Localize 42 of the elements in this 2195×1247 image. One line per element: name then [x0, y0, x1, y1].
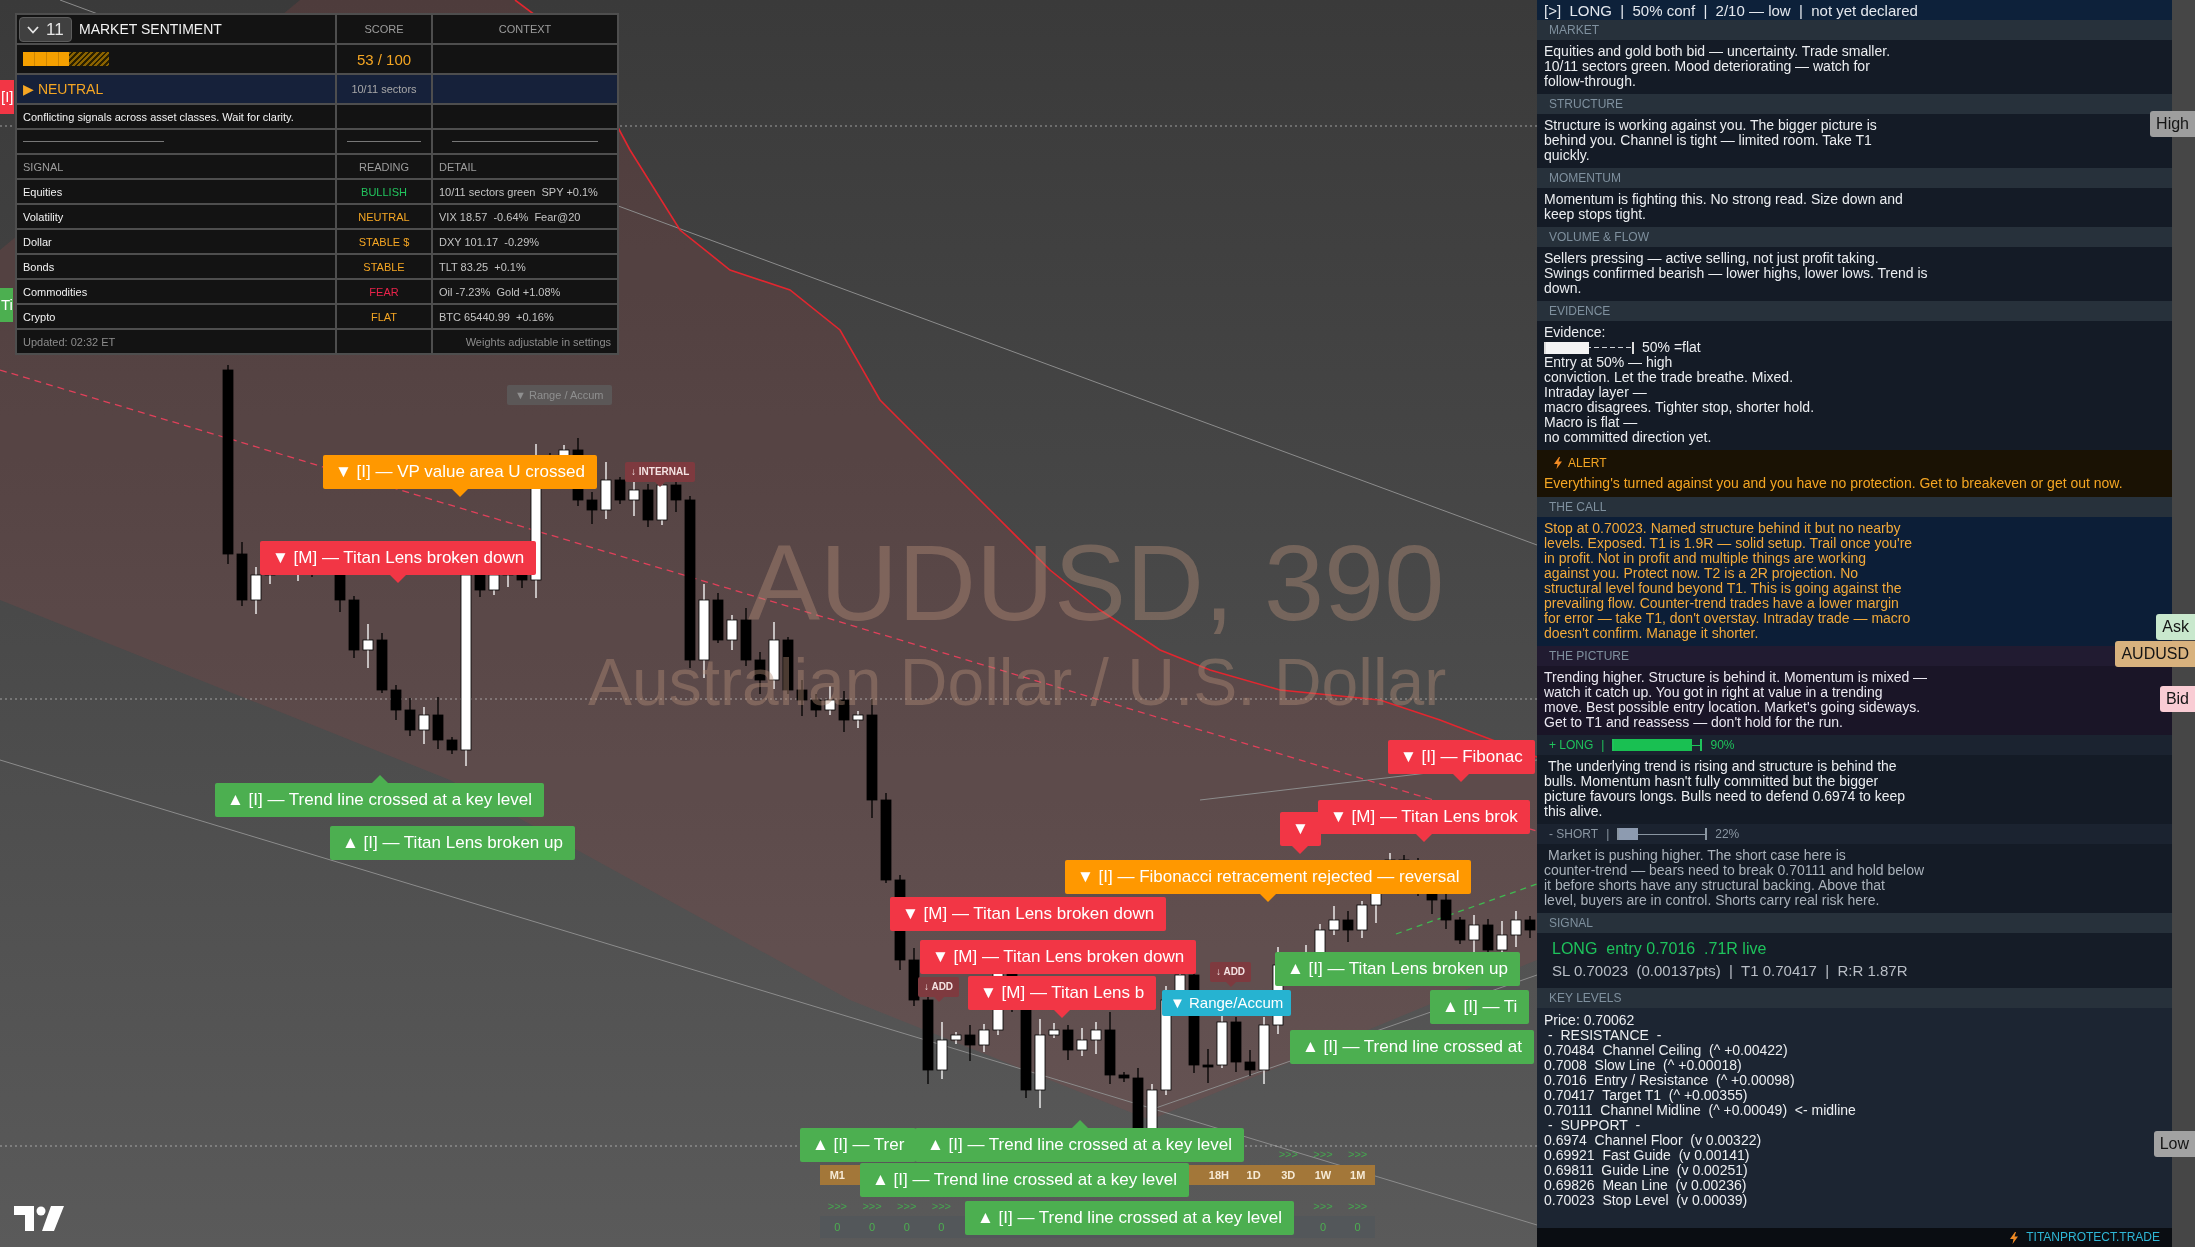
section-text: Entry at 50% — high conviction. Let the trade breathe. Mixed. Intraday layer — macro disagrees. Tighter stop, shorter hold. Macro is flat — no committed direction yet. — [1544, 355, 1816, 445]
price-tag: Bid — [2159, 686, 2195, 712]
signal-entry: LONG entry 0.7016 .71R live — [1552, 939, 1768, 959]
price-tag: Low — [2153, 1131, 2195, 1157]
level-line: 0.69826 Mean Line (v 0.00236) — [1544, 1178, 1748, 1193]
meter-reading: 22% — [1715, 826, 1740, 842]
level-line: 0.6974 Channel Floor (v 0.00322) — [1544, 1133, 1763, 1148]
level-heading: - SUPPORT - — [1547, 1118, 1642, 1133]
section-heading: ALERT — [1568, 455, 1607, 471]
case-label: + LONG — [1549, 737, 1594, 753]
bolt-icon — [2010, 1231, 2019, 1244]
signal-risk: SL 0.70023 (0.00137pts) | T1 0.70417 | R:R 1.87R — [1552, 961, 1909, 981]
pipe-separator: | — [1601, 737, 1605, 753]
section-heading: STRUCTURE — [1537, 94, 2172, 114]
meter-reading: 50% =flat — [1642, 340, 1701, 355]
section-heading: KEY LEVELS — [1537, 988, 2172, 1008]
section-heading: MOMENTUM — [1537, 168, 2172, 188]
level-line: 0.70484 Channel Ceiling (^ +0.00422) — [1544, 1043, 1789, 1058]
alert-text: Everything's turned against you and you have no protection. Get to breakeven or get out now. — [1544, 474, 2124, 491]
level-line: 0.70023 Stop Level (v 0.00039) — [1544, 1193, 1749, 1208]
section-heading: MARKET — [1537, 20, 2172, 40]
section-heading: SIGNAL — [1537, 913, 2172, 933]
level-line: 0.70111 Channel Midline (^ +0.00049) <- midline — [1544, 1103, 1857, 1118]
pipe-separator: | — [1606, 826, 1610, 842]
case-label: - SHORT — [1549, 826, 1599, 842]
level-line: 0.70417 Target T1 (^ +0.00355) — [1544, 1088, 1748, 1103]
evidence-heading: Evidence: — [1544, 325, 1607, 340]
price-tag: High — [2150, 111, 2195, 137]
price-text: Price: 0.70062 — [1544, 1013, 1636, 1028]
price-tag: AUDUSD — [2115, 641, 2195, 667]
level-line: 0.69921 Fast Guide (v 0.00141) — [1544, 1148, 1750, 1163]
bolt-icon — [1554, 457, 1562, 469]
section-heading: VOLUME & FLOW — [1537, 227, 2172, 247]
level-heading: - RESISTANCE - — [1547, 1028, 1663, 1043]
section-heading: THE CALL — [1537, 497, 2172, 517]
price-tag: Ask — [2156, 614, 2195, 640]
level-line: 0.7016 Entry / Resistance (^ +0.00098) — [1544, 1073, 1796, 1088]
level-line: 0.7008 Slow Line (^ +0.00018) — [1544, 1058, 1742, 1073]
meter-reading: 90% — [1710, 737, 1735, 753]
level-line: 0.69811 Guide Line (v 0.00251) — [1544, 1163, 1748, 1178]
section-heading: EVIDENCE — [1537, 301, 2172, 321]
brand-text: TITANPROTECT.TRADE — [2026, 1230, 2160, 1245]
